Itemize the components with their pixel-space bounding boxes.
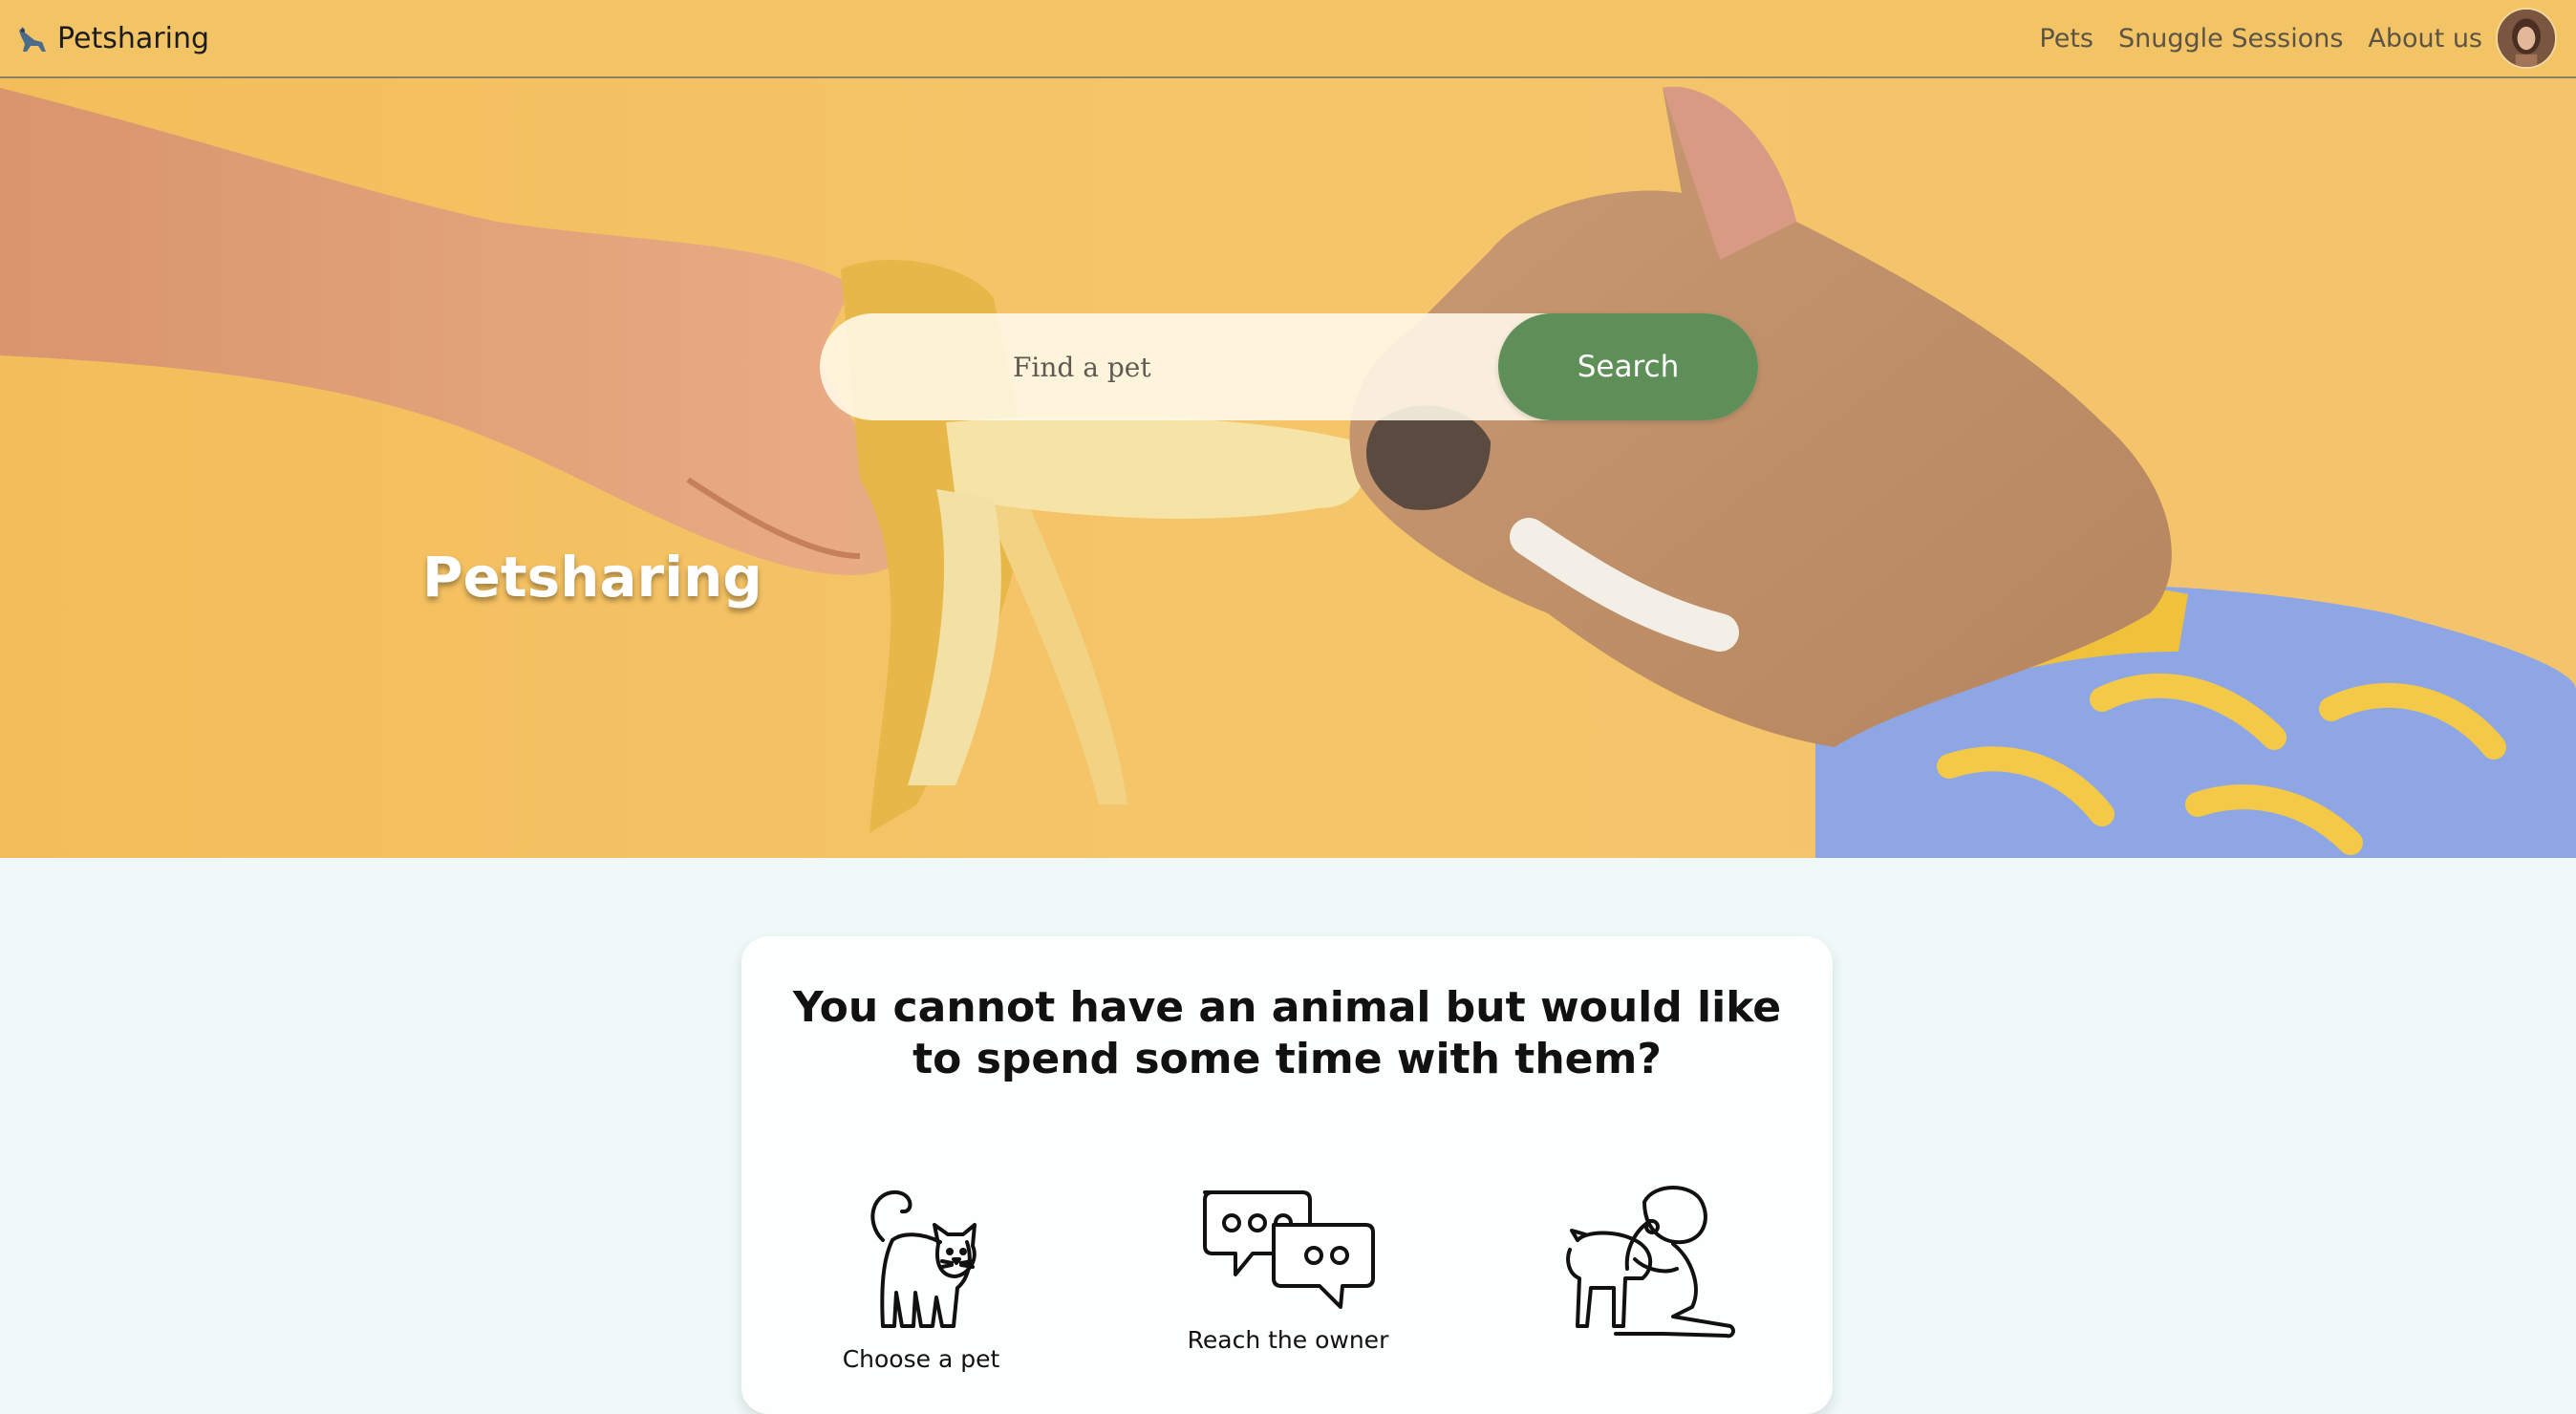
search-bar: Search [820,313,1758,420]
dog-logo-icon [19,27,46,52]
nav-link-snuggle-sessions[interactable]: Snuggle Sessions [2118,24,2343,54]
brand-link[interactable]: Petsharing [13,19,209,57]
step-reach-owner: Reach the owner [1145,1183,1431,1354]
step-cuddle [1506,1183,1792,1355]
chat-bubbles-icon [1203,1190,1375,1309]
search-button[interactable]: Search [1498,313,1758,420]
step-choose-pet: Choose a pet [778,1183,1064,1373]
cat-icon [870,1189,977,1328]
how-it-works-card: You cannot have an animal but would like… [741,936,1833,1414]
avatar[interactable] [2496,8,2557,69]
step-label-reach-owner: Reach the owner [1187,1326,1389,1354]
brand-name: Petsharing [57,21,209,55]
nav-links: Pets Snuggle Sessions About us [2039,0,2576,76]
nav-link-about-us[interactable]: About us [2368,24,2482,54]
cuddle-dog-icon [1566,1186,1735,1339]
top-navbar: Petsharing Pets Snuggle Sessions About u… [0,0,2576,78]
step-label-choose-pet: Choose a pet [842,1345,1000,1373]
nav-link-pets[interactable]: Pets [2039,24,2093,54]
hero-banner: Search Petsharing [0,78,2576,858]
info-heading: You cannot have an animal but would like… [792,983,1782,1083]
hero-title: Petsharing [422,545,762,610]
hero-photo-dog-banana [0,86,2576,858]
